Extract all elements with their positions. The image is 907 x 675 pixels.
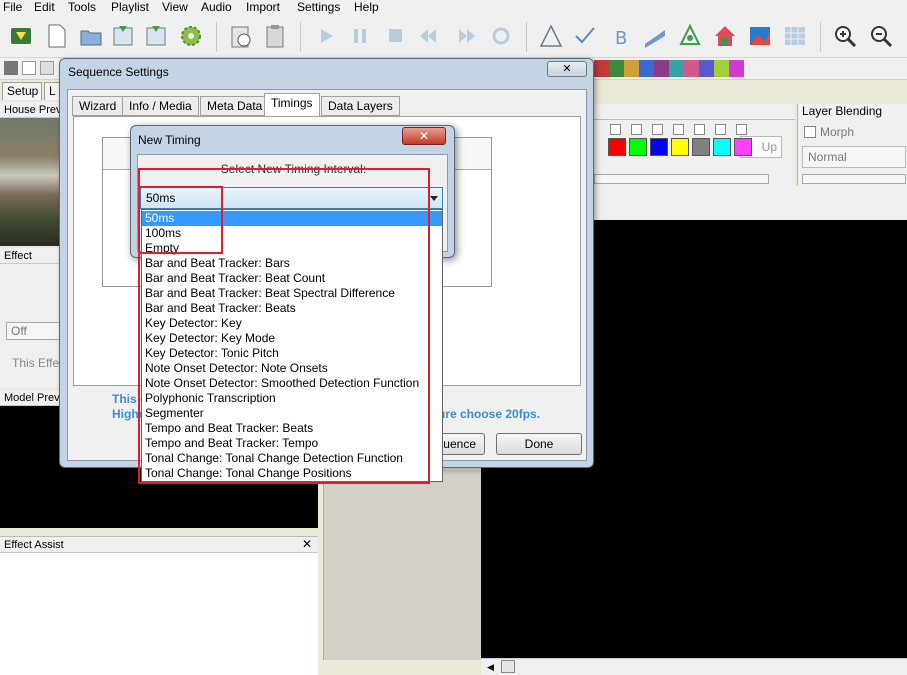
house-icon[interactable] <box>712 22 738 50</box>
palette-checkbox[interactable] <box>736 124 747 135</box>
effect-pane-title: Effect <box>0 248 62 264</box>
palette-checkbox[interactable] <box>715 124 726 135</box>
menu-file[interactable]: File <box>3 0 22 15</box>
layer-blending-pane: Layer Blending Morph Normal <box>797 104 907 186</box>
palette-swatch[interactable] <box>734 138 752 156</box>
menu-bar: File Edit Tools Playlist View Audio Impo… <box>0 0 907 16</box>
sparkle-tool-icon[interactable] <box>572 22 598 50</box>
letter-b-icon[interactable]: B <box>607 22 633 50</box>
palette-swatch[interactable] <box>671 138 689 156</box>
annotation-box-small <box>138 186 223 254</box>
palette-checkbox[interactable] <box>610 124 621 135</box>
effect-note-text: This Effe <box>12 356 60 370</box>
open-folder-icon[interactable] <box>78 22 104 50</box>
new-timing-title: New Timing <box>138 133 201 147</box>
layer-blending-title: Layer Blending <box>802 104 883 118</box>
fast-forward-icon[interactable] <box>453 22 479 50</box>
menu-edit[interactable]: Edit <box>34 0 55 15</box>
sequence-settings-title: Sequence Settings <box>68 65 169 79</box>
effect-assist-close-icon[interactable]: ✕ <box>302 537 312 551</box>
blend-mode-select[interactable]: Normal <box>802 146 906 168</box>
effect-assist-title: Effect Assist <box>0 537 318 553</box>
save-as-icon[interactable] <box>143 22 169 50</box>
done-button[interactable]: Done <box>496 433 582 455</box>
menu-settings[interactable]: Settings <box>297 0 340 15</box>
scroll-thumb[interactable] <box>501 660 515 673</box>
toolbar: B <box>0 16 907 58</box>
color-palette-pane: Up <box>590 104 795 186</box>
palette-swatch[interactable] <box>713 138 731 156</box>
palette-swatch[interactable] <box>629 138 647 156</box>
effect-assist-pane: Effect Assist ✕ <box>0 536 318 675</box>
blend-scrollbar[interactable] <box>802 174 906 184</box>
clipboard-icon[interactable] <box>262 22 288 50</box>
pause-icon[interactable] <box>347 22 373 50</box>
menu-view[interactable]: View <box>162 0 188 15</box>
house-preview-image <box>0 118 62 246</box>
tab-wizard[interactable]: Wizard <box>72 96 124 116</box>
new-timing-close-button[interactable]: ✕ <box>402 127 446 145</box>
scroll-left-icon[interactable]: ◀ <box>487 662 494 673</box>
effect-off-field[interactable]: Off <box>6 322 62 340</box>
effect-swatch-grey[interactable] <box>4 61 18 75</box>
palette-swatch[interactable] <box>608 138 626 156</box>
palette-scrollbar[interactable] <box>594 174 769 184</box>
effect-swatch-light[interactable] <box>40 61 54 75</box>
palette-swatch[interactable] <box>650 138 668 156</box>
chevron-down-icon[interactable] <box>430 196 438 201</box>
repeat-icon[interactable] <box>488 22 514 50</box>
menu-import[interactable]: Import <box>246 0 280 15</box>
row-headings-column <box>323 470 481 660</box>
triangle-tool-icon[interactable] <box>538 22 564 50</box>
grid-icon[interactable] <box>782 22 808 50</box>
morph-checkbox[interactable] <box>804 126 816 138</box>
house-preview-title: House Prev <box>0 102 62 118</box>
zoom-out-icon[interactable] <box>868 22 894 50</box>
picture-icon[interactable] <box>747 22 773 50</box>
tab-timings[interactable]: Timings <box>264 93 320 117</box>
palette-swatch[interactable] <box>692 138 710 156</box>
save-icon[interactable] <box>110 22 136 50</box>
menu-tools[interactable]: Tools <box>68 0 96 15</box>
rewind-icon[interactable] <box>416 22 442 50</box>
morph-label: Morph <box>820 125 855 139</box>
menu-help[interactable]: Help <box>354 0 379 15</box>
svg-text:B: B <box>615 28 627 49</box>
settings-gear-icon[interactable] <box>178 22 204 50</box>
palette-checkbox[interactable] <box>652 124 663 135</box>
pinwheel-icon[interactable] <box>677 22 703 50</box>
tab-setup[interactable]: Setup <box>2 82 42 100</box>
effect-pane: Effect Off This Effe <box>0 248 62 388</box>
effects-strip-icon[interactable] <box>594 60 744 77</box>
menu-playlist[interactable]: Playlist <box>111 0 149 15</box>
tab-data-layers[interactable]: Data Layers <box>321 96 400 116</box>
timeline-hscroll[interactable]: ◀ <box>481 658 907 675</box>
new-sequence-icon[interactable] <box>8 22 34 50</box>
effect-swatch-white[interactable] <box>22 61 36 75</box>
menu-audio[interactable]: Audio <box>201 0 232 15</box>
stop-icon[interactable] <box>382 22 408 50</box>
palette-checkbox[interactable] <box>673 124 684 135</box>
fps-note-right: ure choose 20fps. <box>438 407 541 421</box>
sequence-settings-close-button[interactable]: ✕ <box>547 61 587 77</box>
ramp-tool-icon[interactable] <box>642 22 668 50</box>
palette-checkbox[interactable] <box>694 124 705 135</box>
new-file-icon[interactable] <box>43 22 69 50</box>
tab-meta-data[interactable]: Meta Data <box>200 96 270 116</box>
clock-icon[interactable] <box>228 22 254 50</box>
palette-checkbox[interactable] <box>631 124 642 135</box>
model-preview-title: Model Prev <box>0 390 62 406</box>
zoom-in-icon[interactable] <box>832 22 858 50</box>
play-icon[interactable] <box>313 22 339 50</box>
tab-info-media[interactable]: Info / Media <box>122 96 199 116</box>
